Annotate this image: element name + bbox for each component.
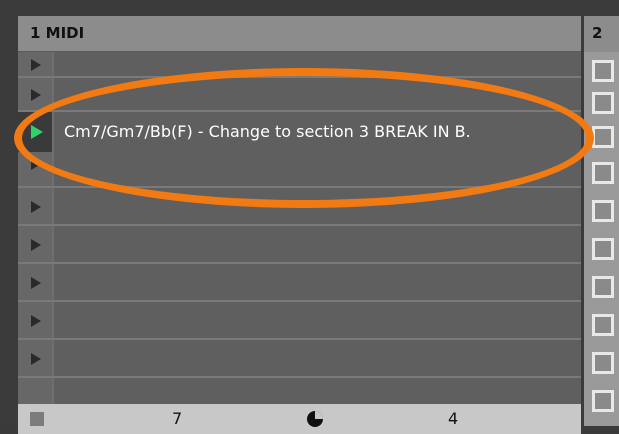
play-icon[interactable]	[31, 353, 41, 365]
clip-slot-empty[interactable]	[18, 78, 581, 112]
clip-slot-empty[interactable]	[18, 378, 581, 404]
track-2-title: 2	[592, 24, 603, 42]
clip-slot-empty[interactable]	[18, 152, 581, 188]
slot-launch-area[interactable]	[18, 152, 52, 188]
clip-slot-empty[interactable]	[18, 340, 581, 378]
stop-slot-icon[interactable]	[592, 60, 614, 82]
track-left-value: 7	[172, 409, 183, 428]
clip-slot-empty[interactable]	[18, 52, 581, 78]
clip-slot-empty[interactable]	[18, 226, 581, 264]
slot-launch-area[interactable]	[18, 78, 52, 112]
play-icon[interactable]	[31, 315, 41, 327]
stop-square-icon[interactable]	[30, 412, 44, 426]
stop-slot-icon[interactable]	[592, 92, 614, 114]
play-icon[interactable]	[31, 201, 41, 213]
track-status-bar: 7 4	[18, 404, 581, 434]
play-icon[interactable]	[31, 89, 41, 101]
clip-slot-empty[interactable]	[18, 264, 581, 302]
play-icon[interactable]	[31, 158, 41, 170]
track-midi-1: 1 MIDI Cm7/Gm7/Bb(F) - Change to section…	[18, 16, 581, 434]
slot-cell[interactable]	[54, 264, 581, 302]
slot-launch-area[interactable]	[18, 378, 52, 404]
track-header[interactable]: 1 MIDI	[18, 16, 581, 52]
clip-name: Cm7/Gm7/Bb(F) - Change to section 3 BREA…	[64, 122, 471, 141]
clip-slot-empty[interactable]	[18, 302, 581, 340]
play-icon[interactable]	[31, 59, 41, 71]
stop-slot-icon[interactable]	[592, 314, 614, 336]
slot-launch-area[interactable]	[18, 264, 52, 302]
stop-slot-icon[interactable]	[592, 200, 614, 222]
play-icon[interactable]	[31, 239, 41, 251]
play-icon[interactable]	[31, 277, 41, 289]
stop-slot-icon[interactable]	[592, 238, 614, 260]
track-2-header[interactable]: 2	[584, 16, 619, 52]
slot-launch-area[interactable]	[18, 52, 52, 78]
slot-cell[interactable]	[54, 302, 581, 340]
cpu-pie-icon	[307, 411, 323, 427]
slot-cell[interactable]	[54, 78, 581, 112]
stop-slot-icon[interactable]	[592, 162, 614, 184]
slot-cell[interactable]	[54, 378, 581, 404]
clip-slot-active[interactable]: Cm7/Gm7/Bb(F) - Change to section 3 BREA…	[18, 112, 581, 152]
clip-slot-empty[interactable]	[18, 188, 581, 226]
slot-cell[interactable]	[54, 226, 581, 264]
slot-cell[interactable]	[54, 52, 581, 78]
stop-slot-icon[interactable]	[592, 390, 614, 412]
slot-launch-area[interactable]	[18, 188, 52, 226]
slot-launch-area[interactable]	[18, 226, 52, 264]
stop-slot-icon[interactable]	[592, 352, 614, 374]
stop-slot-icon[interactable]	[592, 276, 614, 298]
clip-launch-button[interactable]	[18, 112, 52, 152]
slot-cell[interactable]	[54, 152, 581, 188]
slot-launch-area[interactable]	[18, 302, 52, 340]
track-title: 1 MIDI	[30, 24, 85, 42]
track-2: 2	[584, 16, 619, 426]
slot-launch-area[interactable]	[18, 340, 52, 378]
slot-cell[interactable]	[54, 340, 581, 378]
track-right-value: 4	[448, 409, 459, 428]
slot-cell[interactable]	[54, 188, 581, 226]
clip[interactable]: Cm7/Gm7/Bb(F) - Change to section 3 BREA…	[54, 112, 581, 152]
play-icon[interactable]	[31, 125, 43, 139]
stop-slot-icon[interactable]	[592, 126, 614, 148]
